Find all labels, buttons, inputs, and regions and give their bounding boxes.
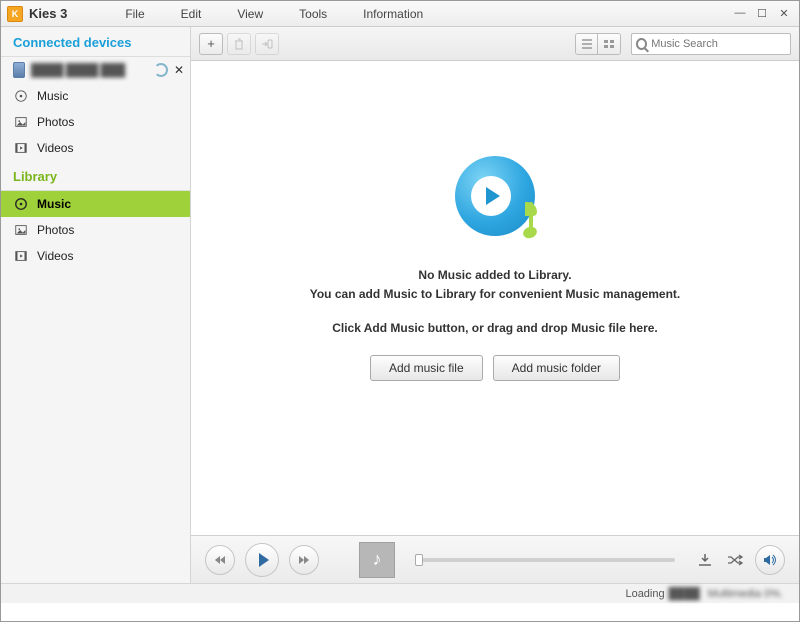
seek-thumb[interactable] xyxy=(415,554,423,566)
sidebar-item-label: Videos xyxy=(37,249,73,263)
device-row[interactable]: ████ ████ ███ ✕ xyxy=(1,57,190,83)
sidebar-item-label: Music xyxy=(37,89,68,103)
add-music-folder-button[interactable]: Add music folder xyxy=(493,355,620,381)
search-input[interactable] xyxy=(651,38,786,50)
sidebar-library-photos[interactable]: Photos xyxy=(1,217,190,243)
view-grid-icon[interactable] xyxy=(598,34,620,54)
search-box[interactable] xyxy=(631,33,791,55)
player-play-button[interactable] xyxy=(245,543,279,577)
empty-text: No Music added to Library. You can add M… xyxy=(310,266,681,355)
empty-line-1: No Music added to Library. xyxy=(310,266,681,284)
sidebar-header-connected: Connected devices xyxy=(1,27,190,57)
window-maximize[interactable]: ☐ xyxy=(753,7,771,21)
videos-icon xyxy=(13,248,29,264)
menu-view[interactable]: View xyxy=(219,7,281,21)
add-buttons-row: Add music file Add music folder xyxy=(370,355,620,381)
menu-edit[interactable]: Edit xyxy=(163,7,220,21)
empty-line-3: Click Add Music button, or drag and drop… xyxy=(310,319,681,337)
player-next-button[interactable] xyxy=(289,545,319,575)
device-close[interactable]: ✕ xyxy=(174,63,184,77)
sidebar-device-videos[interactable]: Videos xyxy=(1,135,190,161)
app-title: Kies 3 xyxy=(29,6,67,21)
sidebar-item-label: Photos xyxy=(37,223,74,237)
delete-button xyxy=(227,33,251,55)
sidebar-header-library: Library xyxy=(1,161,190,191)
menubar: K Kies 3 File Edit View Tools Informatio… xyxy=(1,1,799,27)
photos-icon xyxy=(13,114,29,130)
plus-icon: + xyxy=(207,36,215,51)
app-icon: K xyxy=(7,6,23,22)
music-icon xyxy=(13,88,29,104)
player-prev-button[interactable] xyxy=(205,545,235,575)
sidebar-library-videos[interactable]: Videos xyxy=(1,243,190,269)
sidebar: Connected devices ████ ████ ███ ✕ Music … xyxy=(1,27,191,583)
music-hero-icon xyxy=(455,156,535,236)
view-list-icon[interactable] xyxy=(576,34,598,54)
add-button[interactable]: + xyxy=(199,33,223,55)
album-art-placeholder: ♪ xyxy=(359,542,395,578)
sidebar-item-label: Photos xyxy=(37,115,74,129)
refresh-icon[interactable] xyxy=(154,63,168,77)
toolbar: + xyxy=(191,27,799,61)
track-seek-bar[interactable] xyxy=(415,558,675,562)
sidebar-library-music[interactable]: Music xyxy=(1,191,190,217)
volume-button[interactable] xyxy=(755,545,785,575)
empty-line-2: You can add Music to Library for conveni… xyxy=(310,285,681,303)
download-icon[interactable] xyxy=(695,550,715,570)
note-icon: ♪ xyxy=(373,549,382,570)
sidebar-item-label: Videos xyxy=(37,141,73,155)
view-toggle[interactable] xyxy=(575,33,621,55)
videos-icon xyxy=(13,140,29,156)
photos-icon xyxy=(13,222,29,238)
transfer-button xyxy=(255,33,279,55)
window-close[interactable]: ✕ xyxy=(775,7,793,21)
sidebar-item-label: Music xyxy=(37,197,71,211)
sidebar-device-music[interactable]: Music xyxy=(1,83,190,109)
main-panel: + xyxy=(191,27,799,583)
status-tail: Multimedia 0%. xyxy=(708,588,783,600)
statusbar: Loading ████ Multimedia 0%. xyxy=(1,583,799,603)
menu-information[interactable]: Information xyxy=(345,7,441,21)
status-loading: Loading xyxy=(625,588,664,600)
window-minimize[interactable]: — xyxy=(731,7,749,21)
player-bar: ♪ xyxy=(191,535,799,583)
menu-file[interactable]: File xyxy=(107,7,162,21)
status-middle: ████ xyxy=(669,588,700,600)
menu-tools[interactable]: Tools xyxy=(281,7,345,21)
device-name: ████ ████ ███ xyxy=(31,63,148,77)
add-music-file-button[interactable]: Add music file xyxy=(370,355,483,381)
sidebar-device-photos[interactable]: Photos xyxy=(1,109,190,135)
music-icon xyxy=(13,196,29,212)
empty-state: No Music added to Library. You can add M… xyxy=(191,61,799,535)
search-icon xyxy=(636,38,647,50)
phone-icon xyxy=(13,62,25,78)
shuffle-icon[interactable] xyxy=(725,550,745,570)
